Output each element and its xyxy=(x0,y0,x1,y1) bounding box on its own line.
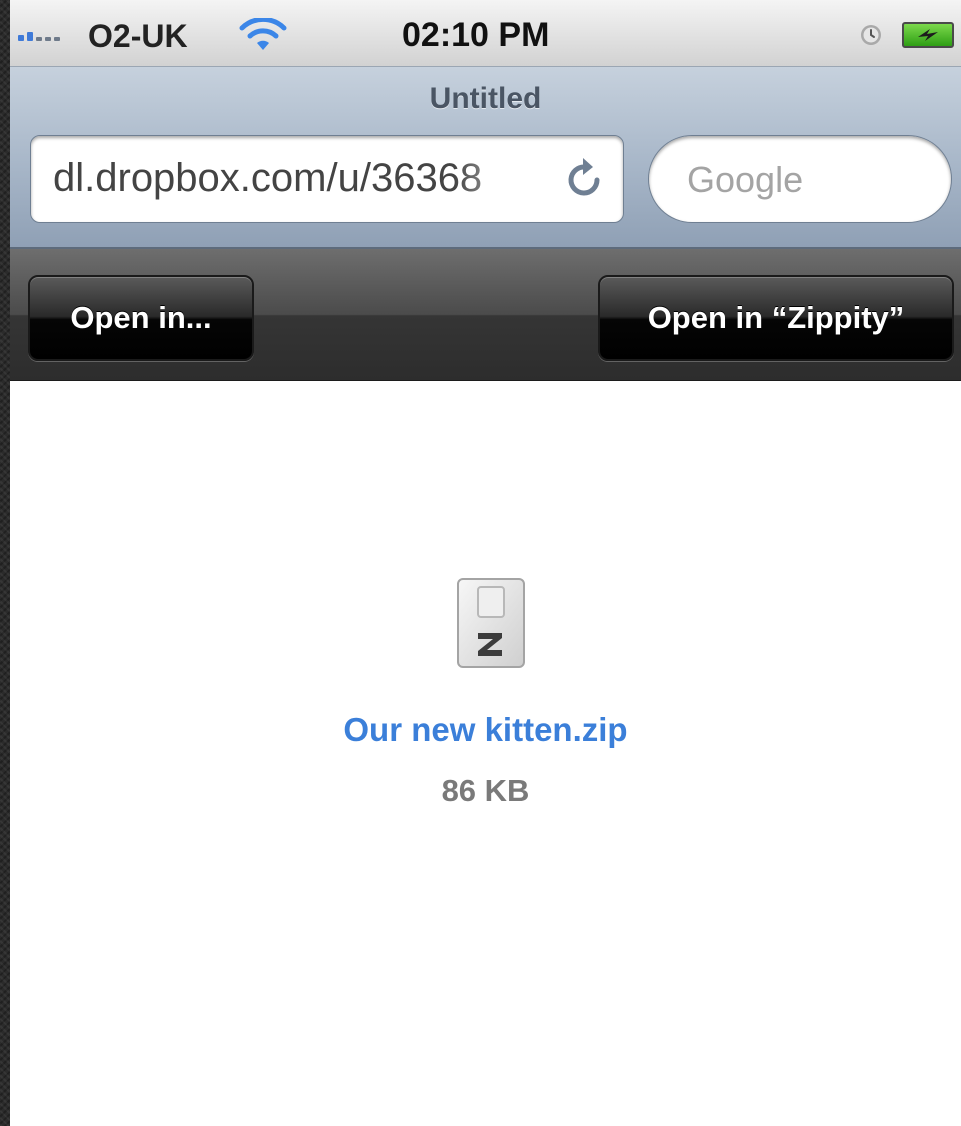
battery-charging-icon xyxy=(902,22,954,48)
file-size: 86 KB xyxy=(441,773,530,808)
status-bar: O2-UK 02:10 PM xyxy=(10,0,961,67)
url-text: dl.dropbox.com/u/36368 xyxy=(53,156,483,200)
signal-icon xyxy=(18,32,60,41)
open-in-button[interactable]: Open in... xyxy=(28,275,254,361)
browser-address-bar: Untitled dl.dropbox.com/u/36368 xyxy=(10,67,961,249)
page-title: Untitled xyxy=(429,82,542,115)
carrier-name: O2-UK xyxy=(88,18,188,54)
search-field[interactable] xyxy=(648,135,952,223)
alarm-icon xyxy=(861,25,881,45)
status-time: 02:10 PM xyxy=(402,16,550,54)
file-name-link[interactable]: Our new kitten.zip xyxy=(10,711,961,749)
phone-screen: O2-UK 02:10 PM Untitled dl.dropbox.com/u… xyxy=(10,0,961,1126)
reload-icon[interactable] xyxy=(563,156,607,202)
url-field[interactable]: dl.dropbox.com/u/36368 xyxy=(30,135,624,223)
open-in-toolbar: Open in... Open in “Zippity” xyxy=(10,249,961,381)
zip-file-icon xyxy=(457,578,525,668)
search-input[interactable] xyxy=(685,154,929,206)
wifi-icon xyxy=(239,18,287,50)
file-preview: Our new kitten.zip 86 KB xyxy=(10,381,961,1126)
open-in-zippity-button[interactable]: Open in “Zippity” xyxy=(598,275,954,361)
